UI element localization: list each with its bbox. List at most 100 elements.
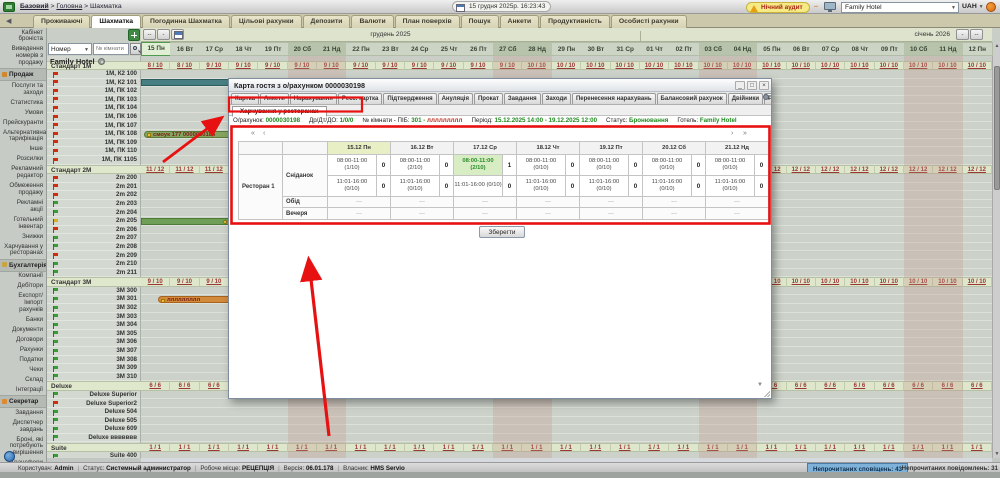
pin-icon[interactable] (763, 94, 769, 100)
availability-link[interactable]: 6 / 6 (845, 381, 874, 391)
availability-link[interactable]: 12 / 12 (933, 165, 962, 175)
sidebar-item[interactable]: Альтернативна тарифікація (0, 128, 46, 145)
day-header-cell[interactable]: 26 Пт (464, 42, 494, 56)
day-header-cell[interactable]: 02 Пт (669, 42, 699, 56)
meal-day-header[interactable]: 15.12 Пн (328, 142, 391, 155)
availability-link[interactable]: 8 / 10 (170, 61, 199, 71)
room-row-label[interactable]: Deluxe Superior (47, 391, 140, 400)
sidebar-item[interactable]: Експорт/Імпорт рахунків (0, 292, 46, 316)
availability-link[interactable]: 10 / 10 (611, 61, 640, 71)
slot-count-cell[interactable]: 0 (692, 176, 706, 197)
availability-link[interactable]: 11 / 12 (170, 165, 199, 175)
room-row-label[interactable]: Deluxe 505 (47, 417, 140, 426)
meal-day-header[interactable]: 18.12 Чт (517, 142, 580, 155)
dialog-tab[interactable]: Картка (231, 93, 259, 104)
slot-count-cell[interactable]: 0 (755, 155, 769, 176)
resize-grip[interactable] (764, 391, 770, 397)
availability-link[interactable]: 6 / 6 (170, 381, 199, 391)
availability-link[interactable]: 9 / 10 (200, 61, 229, 71)
room-grid-row[interactable] (141, 425, 992, 434)
day-header-cell[interactable]: 04 Нд (728, 42, 758, 56)
room-grid-row[interactable] (141, 434, 992, 443)
datetime-widget[interactable]: 15 грудня 2025р. 16:23:43 (452, 1, 551, 12)
room-row-label[interactable]: 2m 204 (47, 209, 140, 218)
dialog-tab[interactable]: Анкети (260, 93, 289, 104)
availability-link[interactable]: 10 / 10 (963, 61, 992, 71)
availability-link[interactable]: 10 / 10 (845, 61, 874, 71)
day-header-cell[interactable]: 18 Чт (229, 42, 259, 56)
dialog-tab[interactable]: Ануляція (438, 93, 473, 104)
sidebar-item[interactable]: Рекламний редактор (0, 165, 46, 182)
minimize-button[interactable]: _ (735, 81, 745, 90)
sidebar-item[interactable]: Статистика (0, 98, 46, 108)
slot-count-cell[interactable]: 0 (377, 155, 391, 176)
sidebar-item[interactable]: Готельний інвентар (0, 215, 46, 232)
room-row-label[interactable]: Deluxe 504 (47, 408, 140, 417)
availability-link[interactable]: 1 / 1 (728, 443, 757, 453)
room-group-header[interactable]: Deluxe (47, 381, 141, 391)
availability-link[interactable]: 12 / 12 (904, 165, 933, 175)
booking-bar[interactable] (141, 218, 230, 225)
availability-link[interactable]: 12 / 12 (875, 165, 904, 175)
availability-link[interactable]: 1 / 1 (317, 443, 346, 453)
slot-count-cell[interactable]: 1 (503, 155, 517, 176)
close-button[interactable]: × (759, 81, 769, 90)
availability-link[interactable]: 1 / 1 (816, 443, 845, 453)
availability-link[interactable]: 1 / 1 (229, 443, 258, 453)
first-page-icon[interactable]: « (251, 130, 255, 137)
availability-link[interactable]: 9 / 10 (141, 277, 170, 287)
availability-link[interactable]: 9 / 10 (288, 61, 317, 71)
room-row-label[interactable]: 1М, ПК 102 (47, 87, 140, 96)
slot-count-cell[interactable]: 0 (629, 176, 643, 197)
room-row-label[interactable]: 3М 300 (47, 287, 140, 296)
availability-link[interactable]: 1 / 1 (904, 443, 933, 453)
availability-link[interactable]: 1 / 1 (640, 443, 669, 453)
day-header-cell[interactable]: 03 Сб (699, 42, 729, 56)
dialog-tab[interactable]: Нарахування (290, 93, 337, 104)
maximize-button[interactable]: □ (747, 81, 757, 90)
main-tab[interactable]: План поверхів (395, 15, 460, 28)
booking-bar[interactable]: смоук 177 0000030184 (144, 131, 232, 138)
availability-link[interactable]: 6 / 6 (963, 381, 992, 391)
room-row-label[interactable]: Deluxe Superior2 (47, 400, 140, 409)
availability-link[interactable]: 1 / 1 (581, 443, 610, 453)
availability-link[interactable]: 6 / 6 (933, 381, 962, 391)
slot-count-cell[interactable]: 0 (692, 155, 706, 176)
breakfast-slot1-cell[interactable]: 08:00-11:00(2/10) (454, 155, 503, 176)
availability-link[interactable]: 9 / 10 (405, 61, 434, 71)
slot-count-cell[interactable]: 0 (440, 155, 454, 176)
sidebar-item[interactable]: Дебітори (0, 282, 46, 292)
day-header-cell[interactable]: 27 Сб (493, 42, 523, 56)
room-grid-row[interactable] (141, 408, 992, 417)
availability-link[interactable]: 1 / 1 (845, 443, 874, 453)
availability-link[interactable]: 6 / 6 (816, 381, 845, 391)
main-tab[interactable]: Погодинна Шахматка (142, 15, 230, 28)
room-row-label[interactable]: 1М, ПК 109 (47, 139, 140, 148)
room-row-label[interactable]: 2m 205 (47, 217, 140, 226)
sidebar-item[interactable]: Харчування у ресторанах (0, 242, 46, 259)
room-row-label[interactable]: 3М 301 (47, 295, 140, 304)
dinner-row-empty-cell[interactable]: --- (706, 208, 769, 220)
room-row-label[interactable]: 2m 202 (47, 191, 140, 200)
messages-badge[interactable]: Непрочитаних повідомлень: 31 (902, 465, 998, 472)
room-row-label[interactable]: 1М, ПК 107 (47, 122, 140, 131)
availability-link[interactable]: 10 / 10 (904, 277, 933, 287)
sidebar-item[interactable]: Інтеграції (0, 385, 46, 395)
sidebar-collapse-icon[interactable]: ◀ (6, 17, 11, 25)
availability-link[interactable]: 1 / 1 (875, 443, 904, 453)
sidebar-item[interactable]: Рахунки (0, 345, 46, 355)
dinner-row-empty-cell[interactable]: --- (454, 208, 517, 220)
availability-link[interactable]: 12 / 12 (963, 165, 992, 175)
breakfast-slot2-cell[interactable]: 11:01-16:00 (0/10) (454, 176, 503, 197)
availability-link[interactable]: 1 / 1 (669, 443, 698, 453)
availability-link[interactable]: 10 / 10 (904, 61, 933, 71)
availability-link[interactable]: 10 / 10 (669, 61, 698, 71)
room-row-label[interactable]: 1М, ПК 108 (47, 130, 140, 139)
availability-link[interactable]: 1 / 1 (963, 443, 992, 453)
last-page-icon[interactable]: » (743, 130, 747, 137)
availability-link[interactable]: 10 / 10 (552, 61, 581, 71)
availability-link[interactable]: 10 / 10 (845, 277, 874, 287)
dialog-tab[interactable]: Заходи (542, 93, 571, 104)
day-header-cell[interactable]: 15 Пн (141, 42, 171, 56)
room-row-label[interactable]: 2m 211 (47, 269, 140, 278)
